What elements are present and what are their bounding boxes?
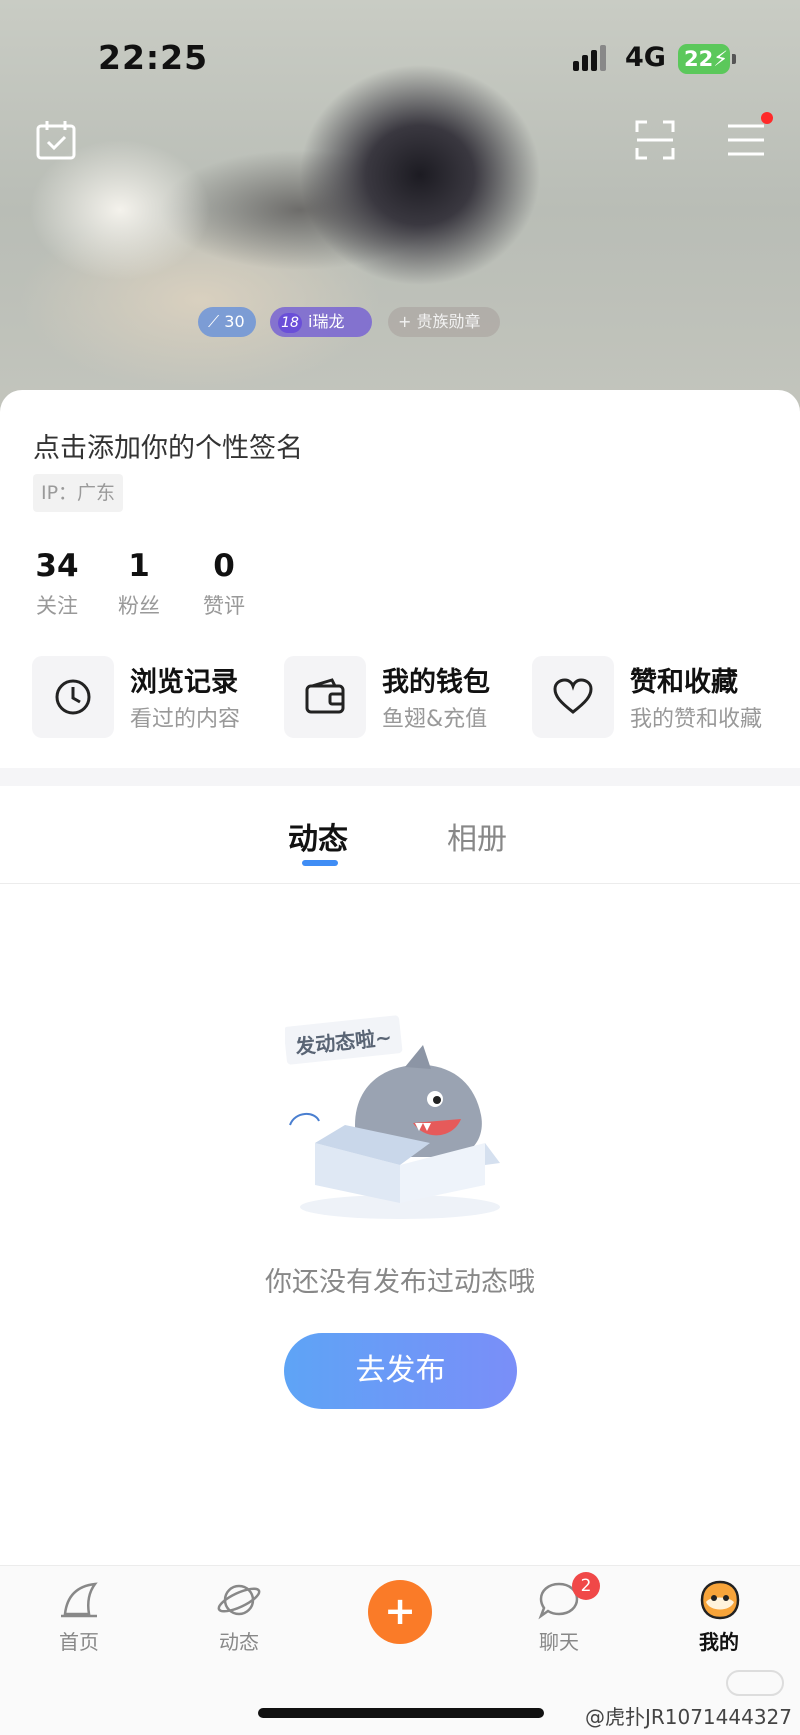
home-icon: [61, 1582, 98, 1618]
mascot-avatar-icon: [700, 1580, 740, 1620]
chat-unread-badge: 2: [572, 1572, 600, 1600]
shark-in-box-illustration: 发动态啦~: [285, 1015, 500, 1219]
feature-subtitle: 看过的内容: [130, 707, 241, 732]
section-divider: [0, 768, 800, 786]
level-value: 30: [224, 312, 245, 331]
nav-mine[interactable]: 我的: [674, 1578, 764, 1668]
publish-plus-button[interactable]: +: [368, 1580, 432, 1644]
stat-label: 粉丝: [118, 594, 160, 618]
hupu-logo-watermark: [726, 1670, 784, 1696]
feature-subtitle: 鱼翅&充值: [382, 707, 488, 732]
noble-badge-button[interactable]: + 贵族勋章: [388, 307, 500, 337]
network-type: 4G: [625, 42, 666, 73]
stat-following[interactable]: 34 关注: [34, 548, 80, 620]
signal-icon: [573, 45, 606, 71]
ip-location-tag: IP：广东: [33, 474, 124, 512]
stat-label: 赞评: [203, 594, 245, 618]
scan-icon[interactable]: [633, 118, 677, 162]
nav-home[interactable]: 首页: [34, 1578, 124, 1668]
tab-dynamic[interactable]: 动态: [288, 814, 348, 858]
home-indicator[interactable]: [258, 1708, 544, 1718]
stat-label: 关注: [36, 594, 78, 618]
battery-indicator: 22⚡: [678, 44, 736, 74]
nav-label: 我的: [699, 1630, 739, 1654]
feature-title: 赞和收藏: [630, 667, 738, 698]
go-post-button[interactable]: 去发布: [284, 1333, 517, 1409]
stat-value: 0: [213, 548, 235, 584]
feature-icon-box: [532, 656, 614, 738]
planet-icon: [217, 1584, 261, 1616]
nav-label: 聊天: [539, 1630, 579, 1654]
watermark-text: @虎扑JR1071444327: [584, 1705, 792, 1729]
stat-likes[interactable]: 0 赞评: [200, 548, 248, 620]
fan-badge-number: 18: [278, 313, 302, 333]
feature-icon-box: [32, 656, 114, 738]
feature-title: 我的钱包: [382, 667, 490, 698]
clock-icon: [55, 679, 91, 715]
fan-badge-name: i瑞龙: [308, 312, 345, 331]
level-badge[interactable]: ⟋ 30: [198, 307, 256, 337]
stat-value: 1: [128, 548, 150, 584]
fan-badge[interactable]: 18 i瑞龙: [270, 307, 372, 337]
status-time: 22:25: [98, 38, 209, 77]
heart-icon: [553, 678, 593, 714]
nav-label: 首页: [59, 1630, 99, 1654]
signature-prompt[interactable]: 点击添加你的个性签名: [33, 426, 303, 465]
feature-title: 浏览记录: [130, 667, 238, 698]
nav-label: 动态: [219, 1630, 259, 1654]
empty-state-message: 你还没有发布过动态哦: [265, 1267, 535, 1298]
status-bar: 22:25 4G 22⚡: [0, 0, 800, 110]
tab-album[interactable]: 相册: [447, 814, 507, 858]
nav-dynamic[interactable]: 动态: [194, 1578, 284, 1668]
profile-card: 点击添加你的个性签名 IP：广东 34 关注 1 粉丝 0 赞评 浏览记录 看过…: [0, 390, 800, 768]
wallet-icon: [305, 678, 345, 714]
battery-level: 22: [684, 47, 714, 71]
stat-followers[interactable]: 1 粉丝: [116, 548, 162, 620]
menu-icon[interactable]: [724, 118, 768, 162]
feature-subtitle: 我的赞和收藏: [630, 707, 763, 732]
stat-value: 34: [35, 548, 79, 584]
content-tabs: 动态 相册: [0, 786, 800, 884]
active-tab-indicator: [302, 860, 338, 866]
feature-icon-box: [284, 656, 366, 738]
calendar-check-icon[interactable]: [34, 118, 78, 162]
notification-dot: [761, 112, 773, 124]
